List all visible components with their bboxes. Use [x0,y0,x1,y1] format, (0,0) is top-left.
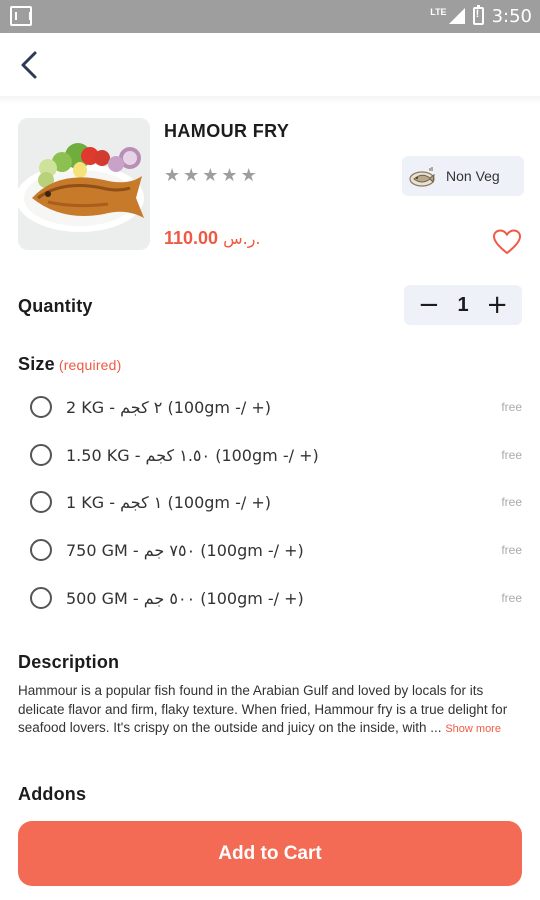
product-image [18,118,150,250]
size-option[interactable]: 750 GM - ٧٥٠ جم (100gm -/ +) free [30,535,522,565]
description-heading: Description [18,652,120,672]
size-option-price: free [501,495,522,509]
price-currency: ر.س. [223,229,261,248]
fish-plate-illustration [18,118,150,250]
star-icon: ★ [164,165,181,186]
status-indicators: LTE 3:50 [430,5,532,27]
size-option[interactable]: 1.50 KG - ١.٥٠ كجم (100gm -/ +) free [30,440,522,470]
radio-button[interactable] [30,587,52,609]
status-bar: LTE 3:50 [0,0,540,33]
radio-button[interactable] [30,444,52,466]
price-amount: 110.00 [164,228,219,248]
diet-badge: Non Veg [402,156,524,196]
product-price: 110.00 ر.س. [164,228,261,249]
required-label: (required) [58,357,122,373]
size-option-price: free [501,400,522,414]
quantity-value: 1 [457,293,469,316]
heart-icon [492,229,522,255]
size-option-price: free [501,448,522,462]
quantity-label: Quantity [18,296,93,316]
show-more-link[interactable]: Show more [445,723,501,735]
size-option-label: 500 GM - ٥٠٠ جم (100gm -/ +) [66,588,304,608]
size-option-label: 750 GM - ٧٥٠ جم (100gm -/ +) [66,540,304,560]
battery-icon [472,5,484,25]
clock: 3:50 [491,5,532,27]
favorite-button[interactable] [492,228,522,256]
star-icon: ★ [221,165,238,186]
description-text: Hammour is a popular fish found in the A… [18,682,518,739]
addons-heading: Addons [18,784,87,804]
star-icon: ★ [183,165,200,186]
add-to-cart-button[interactable]: Add to Cart [18,821,522,886]
non-veg-icon [409,167,435,187]
radio-button[interactable] [30,491,52,513]
rating-stars: ★ ★ ★ ★ ★ [164,166,257,186]
decrease-quantity-button[interactable]: − [418,292,440,318]
diet-badge-label: Non Veg [446,168,500,184]
radio-button[interactable] [30,539,52,561]
increase-quantity-button[interactable]: + [486,292,508,318]
description-body: Hammour is a popular fish found in the A… [18,683,508,735]
star-icon: ★ [240,165,257,186]
size-option-label: 2 KG - ٢ كجم (100gm -/ +) [66,397,271,417]
gallery-notification-icon [10,6,32,26]
star-icon: ★ [202,165,219,186]
size-option-label: 1.50 KG - ١.٥٠ كجم (100gm -/ +) [66,445,319,465]
chevron-left-icon [21,51,37,79]
quantity-stepper: − 1 + [404,285,522,325]
network-type: LTE [430,6,447,17]
signal-icon [448,8,465,24]
header-divider [0,96,540,104]
size-option-price: free [501,591,522,605]
back-button[interactable] [14,48,44,82]
size-option[interactable]: 2 KG - ٢ كجم (100gm -/ +) free [30,392,522,422]
size-option-price: free [501,543,522,557]
size-label: Size [18,354,55,374]
radio-button[interactable] [30,396,52,418]
product-title: HAMOUR FRY [164,121,290,141]
size-option[interactable]: 500 GM - ٥٠٠ جم (100gm -/ +) free [30,583,522,613]
size-option[interactable]: 1 KG - ١ كجم (100gm -/ +) free [30,487,522,517]
size-option-label: 1 KG - ١ كجم (100gm -/ +) [66,492,271,512]
size-heading: Size (required) [18,354,122,375]
